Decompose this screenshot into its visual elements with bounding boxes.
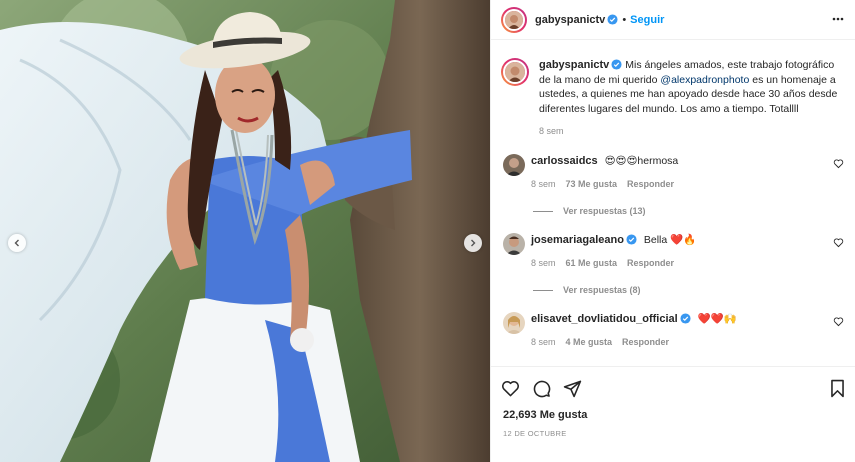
post-header: gabyspanictv • Seguir (491, 0, 855, 40)
view-replies-line (533, 210, 553, 212)
action-buttons (501, 379, 582, 398)
post-caption: gabyspanictv Mis ángeles amados, este tr… (501, 58, 846, 139)
comment-body: elisavet_dovliatidou_official ❤️❤️🙌 8 se… (531, 312, 846, 349)
post-actions-bar: 22,693 Me gusta 12 DE OCTUBRE (491, 366, 855, 462)
reply-button[interactable]: Responder (627, 179, 674, 189)
comment-likes[interactable]: 4 Me gusta (566, 337, 613, 347)
comment-username[interactable]: carlossaidcs (531, 155, 598, 167)
comment-timestamp: 8 sem (531, 179, 556, 189)
save-button[interactable] (829, 379, 846, 398)
caption-meta: 8 sem (539, 124, 844, 139)
comment-item: josemariagaleano Bella ❤️🔥 8 sem 61 Me gu… (503, 233, 846, 270)
follow-button[interactable]: Seguir (630, 14, 664, 26)
heart-icon (502, 380, 519, 397)
comment-icon (533, 380, 551, 398)
comment-meta: 8 sem 4 Me gusta Responder (531, 335, 846, 349)
comment-avatar[interactable] (503, 233, 525, 255)
comment-avatar[interactable] (503, 312, 525, 334)
view-replies-button[interactable]: Ver respuestas (8) (533, 285, 641, 295)
comment-item: carlossaidcs 😍😍😍hermosa 8 sem 73 Me gusta… (503, 154, 846, 191)
comment-body: carlossaidcs 😍😍😍hermosa 8 sem 73 Me gusta… (531, 154, 846, 191)
comment-timestamp: 8 sem (531, 258, 556, 268)
reply-button[interactable]: Responder (622, 337, 669, 347)
instagram-post-modal: gabyspanictv • Seguir gabyspanictv Mis á… (0, 0, 855, 462)
like-button[interactable] (501, 379, 520, 398)
comment-button[interactable] (532, 379, 551, 398)
comment-timestamp: 8 sem (531, 337, 556, 347)
comment-like-heart-icon[interactable] (833, 237, 844, 248)
comment-text: 😍😍😍hermosa (604, 155, 679, 167)
author-avatar[interactable] (501, 6, 527, 33)
view-replies-button[interactable]: Ver respuestas (13) (533, 206, 646, 216)
post-image (0, 0, 490, 462)
chevron-left-icon (14, 239, 19, 247)
comment-like-heart-icon[interactable] (833, 158, 844, 169)
caption-username[interactable]: gabyspanictv (539, 59, 609, 71)
reply-button[interactable]: Responder (627, 258, 674, 268)
comment-meta: 8 sem 61 Me gusta Responder (531, 256, 846, 270)
comment-text: ❤️❤️🙌 (697, 313, 737, 325)
comment-meta: 8 sem 73 Me gusta Responder (531, 177, 846, 191)
comment-avatar[interactable] (503, 154, 525, 176)
previous-image-button[interactable] (8, 234, 26, 252)
separator-dot: • (622, 13, 627, 26)
verified-badge-icon (680, 313, 691, 324)
author-username[interactable]: gabyspanictv (535, 14, 605, 26)
chevron-right-icon (471, 239, 476, 247)
share-icon (563, 380, 582, 398)
view-replies-line (533, 289, 553, 291)
caption-author-avatar[interactable] (501, 58, 529, 86)
verified-badge-icon (611, 59, 622, 70)
comment-like-heart-icon[interactable] (833, 316, 844, 327)
like-count[interactable]: 22,693 Me gusta (503, 409, 587, 421)
more-options-icon[interactable] (831, 12, 845, 26)
caption-mention-link[interactable]: @alexpadronphoto (660, 74, 749, 86)
comment-likes[interactable]: 73 Me gusta (566, 179, 618, 189)
post-photo (0, 0, 490, 462)
next-image-button[interactable] (464, 234, 482, 252)
verified-badge-icon (626, 234, 637, 245)
post-date: 12 DE OCTUBRE (503, 429, 567, 438)
caption-body: gabyspanictv Mis ángeles amados, este tr… (539, 58, 844, 139)
view-replies-label: Ver respuestas (8) (563, 285, 641, 295)
post-side-panel: gabyspanictv • Seguir gabyspanictv Mis á… (490, 0, 855, 462)
comment-likes[interactable]: 61 Me gusta (566, 258, 618, 268)
share-button[interactable] (563, 379, 582, 398)
comment-username[interactable]: elisavet_dovliatidou_official (531, 313, 678, 325)
caption-timestamp: 8 sem (539, 126, 564, 136)
comment-username[interactable]: josemariagaleano (531, 234, 624, 246)
comment-item: elisavet_dovliatidou_official ❤️❤️🙌 8 se… (503, 312, 846, 349)
bookmark-icon (831, 379, 844, 398)
comment-body: josemariagaleano Bella ❤️🔥 8 sem 61 Me gu… (531, 233, 846, 270)
view-replies-label: Ver respuestas (13) (563, 206, 646, 216)
comment-text: Bella ❤️🔥 (643, 234, 697, 246)
verified-badge-icon (607, 14, 618, 25)
